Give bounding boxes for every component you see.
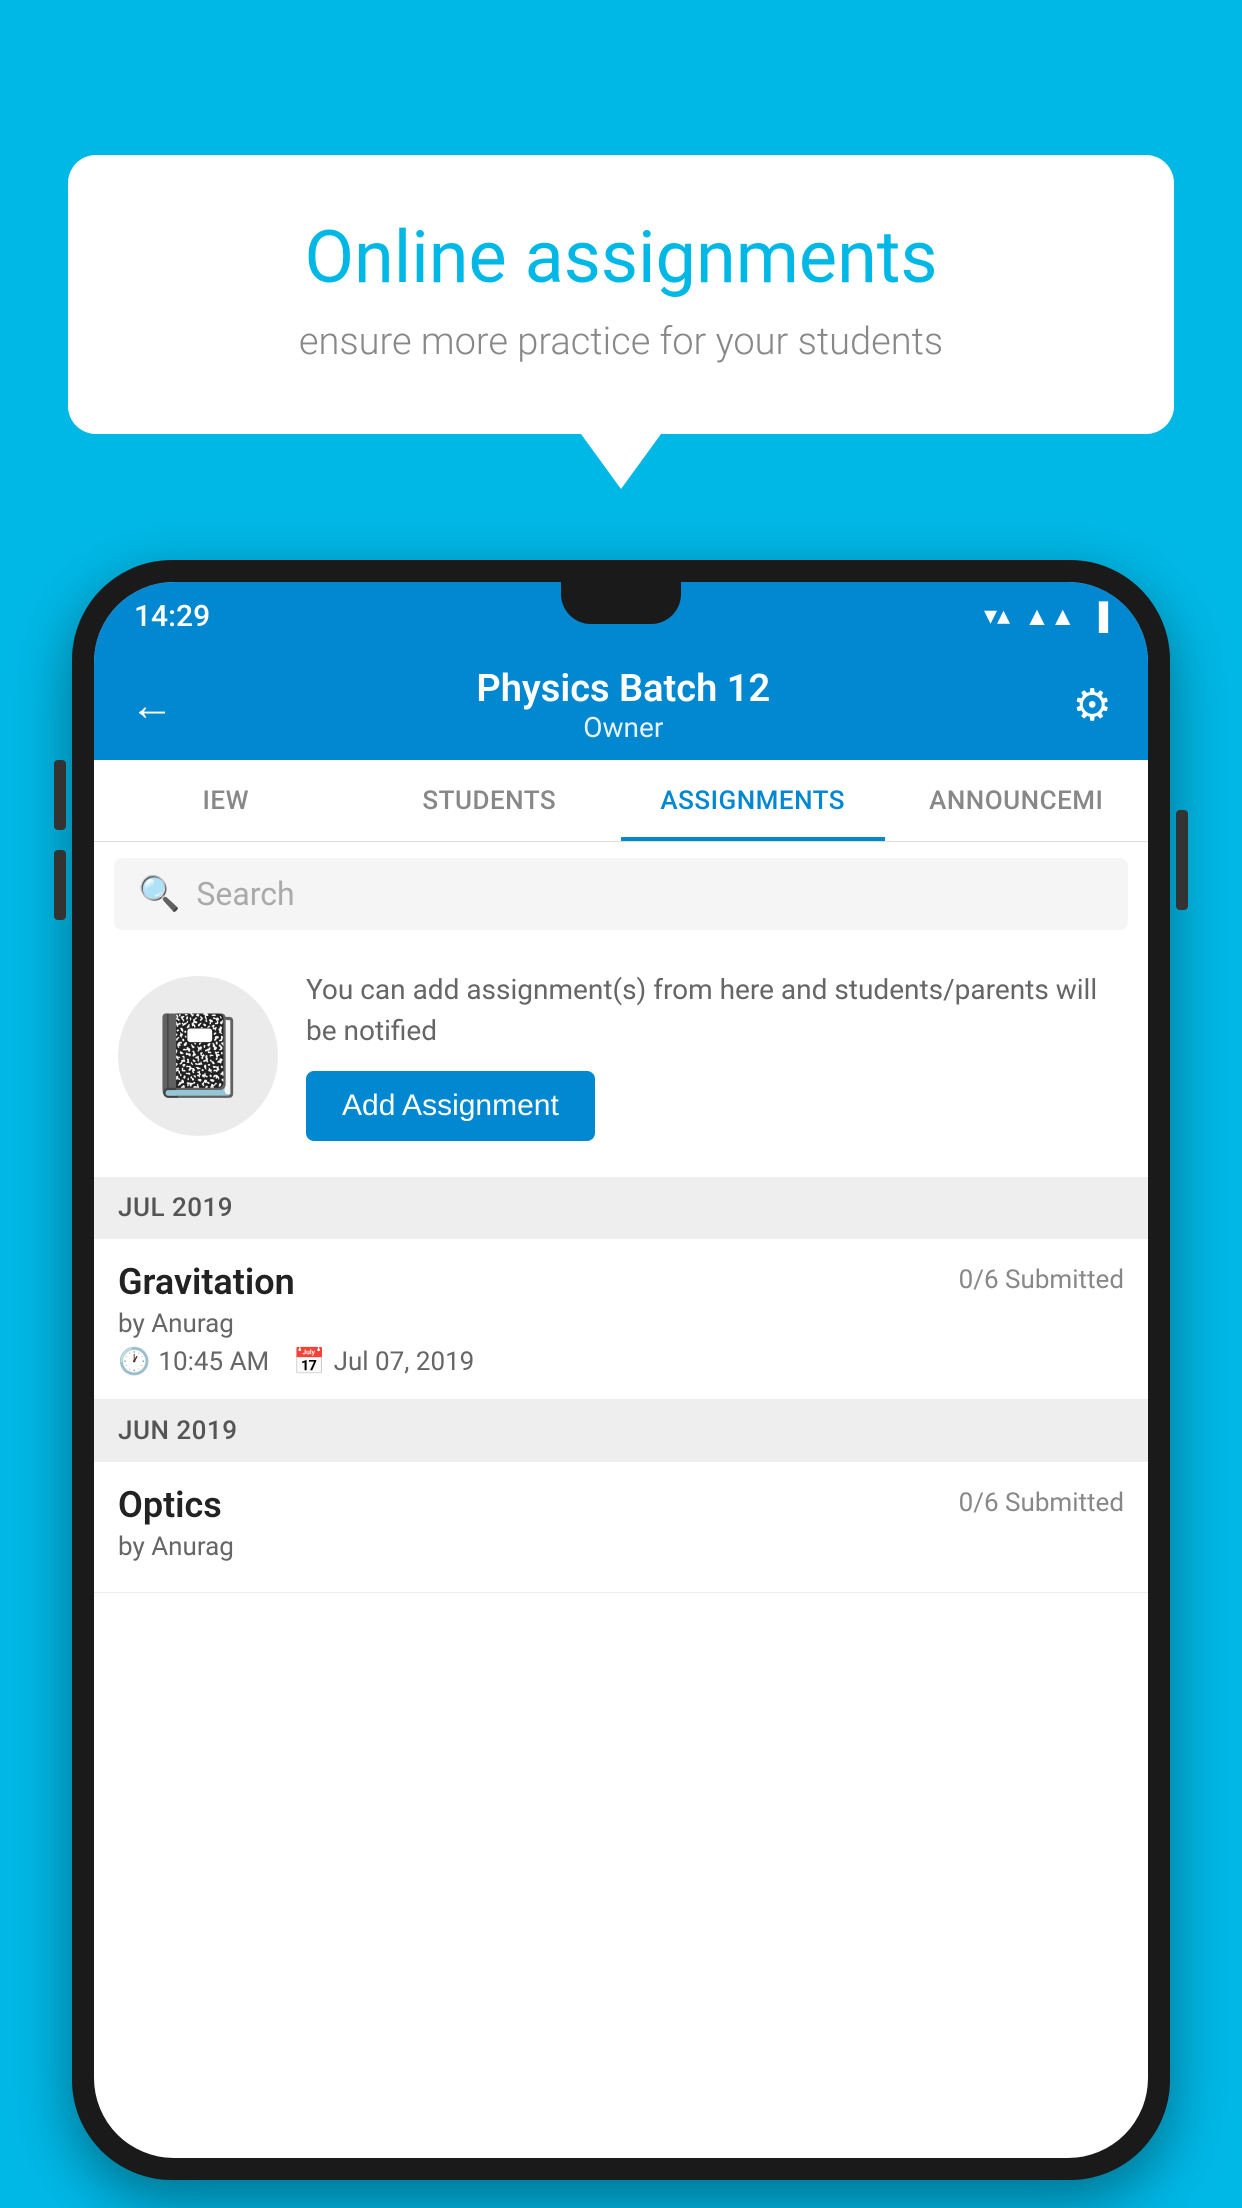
tab-students[interactable]: STUDENTS	[358, 760, 622, 841]
assignment-meta: 🕐 10:45 AM 📅 Jul 07, 2019	[118, 1347, 1124, 1377]
speech-bubble: Online assignments ensure more practice …	[68, 155, 1174, 434]
phone-frame: 14:29 ▾▴ ▲▲ ▐ ← Physics Batch 12 Owner ⚙…	[72, 560, 1170, 2180]
notch	[561, 582, 681, 624]
add-assignment-button[interactable]: Add Assignment	[306, 1071, 595, 1141]
search-icon: 🔍	[138, 874, 180, 914]
optics-name: Optics	[118, 1484, 222, 1526]
assignment-item-optics[interactable]: Optics 0/6 Submitted by Anurag	[94, 1462, 1148, 1593]
assignment-submitted: 0/6 Submitted	[959, 1265, 1124, 1295]
settings-icon[interactable]: ⚙	[1073, 679, 1112, 731]
volume-up-button[interactable]	[54, 760, 66, 830]
search-box[interactable]: 🔍 Search	[114, 858, 1128, 930]
add-assignment-text: You can add assignment(s) from here and …	[306, 970, 1124, 1141]
speech-bubble-container: Online assignments ensure more practice …	[68, 155, 1174, 489]
tab-bar: IEW STUDENTS ASSIGNMENTS ANNOUNCEMI	[94, 760, 1148, 842]
search-container: 🔍 Search	[94, 842, 1148, 946]
signal-icon: ▲▲	[1024, 601, 1075, 632]
optics-submitted: 0/6 Submitted	[959, 1488, 1124, 1518]
battery-icon: ▐	[1090, 601, 1108, 632]
phone-screen: 14:29 ▾▴ ▲▲ ▐ ← Physics Batch 12 Owner ⚙…	[94, 582, 1148, 2158]
power-button[interactable]	[1176, 810, 1188, 910]
assignment-time: 🕐 10:45 AM	[118, 1347, 269, 1377]
owner-label: Owner	[476, 711, 770, 744]
assignment-date: 📅 Jul 07, 2019	[293, 1347, 474, 1377]
app-header: ← Physics Batch 12 Owner ⚙	[94, 650, 1148, 760]
batch-title: Physics Batch 12	[476, 667, 770, 711]
back-button[interactable]: ←	[130, 679, 174, 731]
status-time: 14:29	[134, 599, 210, 634]
tab-iew[interactable]: IEW	[94, 760, 358, 841]
tab-assignments[interactable]: ASSIGNMENTS	[621, 760, 885, 841]
volume-down-button[interactable]	[54, 850, 66, 920]
section-header-jun: JUN 2019	[94, 1400, 1148, 1462]
assignment-name: Gravitation	[118, 1261, 295, 1303]
assignment-by: by Anurag	[118, 1309, 1124, 1339]
speech-bubble-title: Online assignments	[148, 215, 1094, 300]
assignment-row: Gravitation 0/6 Submitted	[118, 1261, 1124, 1303]
calendar-icon: 📅	[293, 1347, 325, 1377]
optics-by: by Anurag	[118, 1532, 1124, 1562]
clock-icon: 🕐	[118, 1347, 150, 1377]
assignment-icon-circle: 📓	[118, 976, 278, 1136]
speech-bubble-subtitle: ensure more practice for your students	[148, 320, 1094, 364]
status-bar: 14:29 ▾▴ ▲▲ ▐	[94, 582, 1148, 650]
assignment-row-optics: Optics 0/6 Submitted	[118, 1484, 1124, 1526]
assignment-item-gravitation[interactable]: Gravitation 0/6 Submitted by Anurag 🕐 10…	[94, 1239, 1148, 1400]
section-header-jul: JUL 2019	[94, 1177, 1148, 1239]
search-placeholder: Search	[196, 875, 294, 913]
add-assignment-card: 📓 You can add assignment(s) from here an…	[94, 946, 1148, 1169]
wifi-icon: ▾▴	[984, 601, 1010, 631]
notebook-icon: 📓	[148, 1009, 248, 1103]
speech-bubble-arrow	[581, 434, 661, 489]
tab-announcements[interactable]: ANNOUNCEMI	[885, 760, 1149, 841]
header-center: Physics Batch 12 Owner	[476, 667, 770, 744]
add-assignment-description: You can add assignment(s) from here and …	[306, 970, 1124, 1051]
status-icons: ▾▴ ▲▲ ▐	[984, 601, 1108, 632]
